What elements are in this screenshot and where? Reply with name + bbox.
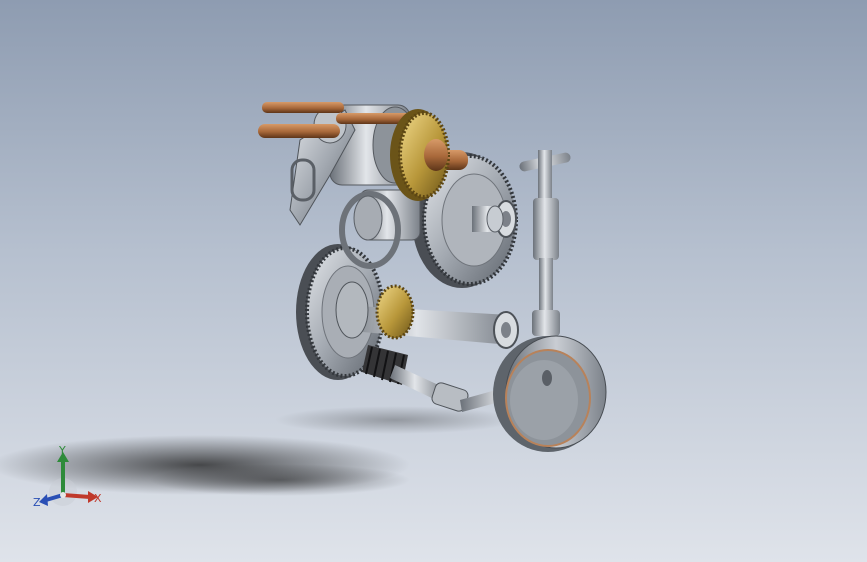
vertical-post[interactable] — [519, 150, 572, 336]
y-axis-label: Y — [59, 444, 66, 457]
model-scene[interactable] — [0, 0, 867, 562]
x-axis-arrow — [62, 493, 91, 499]
x-axis-label: X — [94, 492, 102, 505]
triad-axes — [39, 452, 98, 506]
pinion-brass-upper[interactable] — [390, 109, 450, 201]
graphics-viewport[interactable]: X Y Z — [0, 0, 867, 562]
z-axis-label: Z — [33, 496, 41, 509]
handwheel[interactable] — [493, 335, 607, 452]
orientation-triad: X Y Z — [28, 440, 118, 520]
bearing[interactable] — [472, 200, 517, 238]
